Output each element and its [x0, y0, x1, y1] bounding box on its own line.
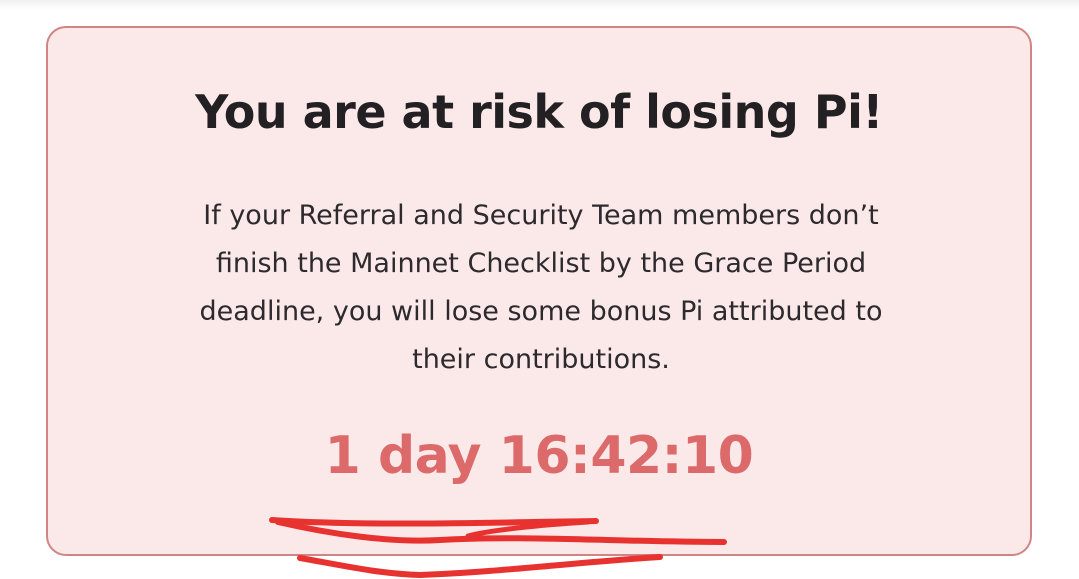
red-underline-scribble	[269, 517, 727, 579]
